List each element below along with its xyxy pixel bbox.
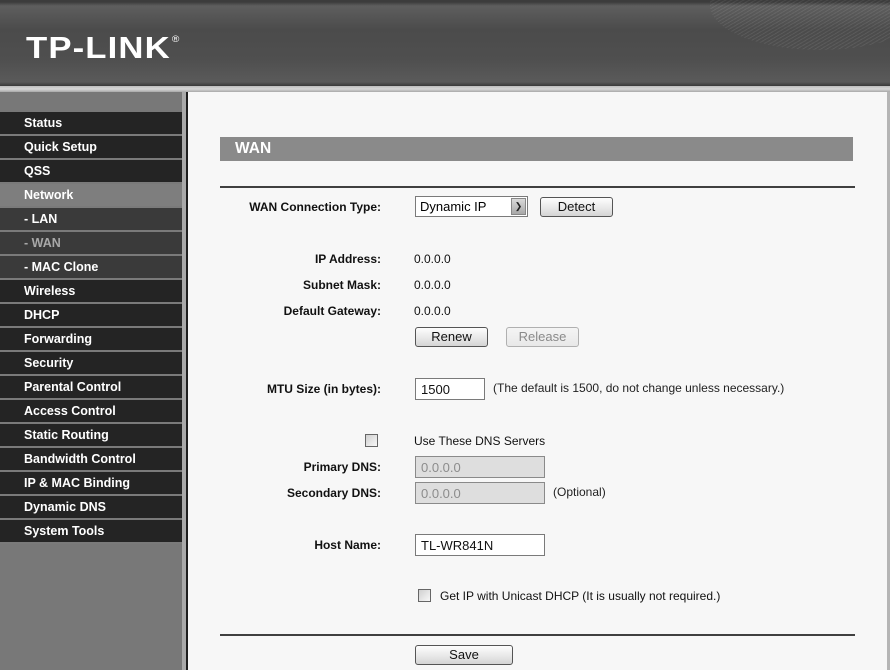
- primary-dns-label: Primary DNS:: [303, 460, 381, 474]
- unicast-dhcp-label: Get IP with Unicast DHCP (It is usually …: [440, 589, 721, 603]
- renew-button[interactable]: Renew: [415, 327, 488, 347]
- release-button[interactable]: Release: [506, 327, 579, 347]
- mtu-size-label: MTU Size (in bytes):: [266, 382, 381, 396]
- sidebar-item-security[interactable]: Security: [0, 352, 182, 376]
- chevron-down-icon[interactable]: ❯: [511, 198, 526, 215]
- default-gateway-label: Default Gateway:: [283, 304, 381, 318]
- wan-connection-type-select[interactable]: Dynamic IP ❯: [415, 196, 528, 217]
- mtu-size-input[interactable]: [415, 378, 485, 400]
- ip-address-value: 0.0.0.0: [414, 252, 451, 266]
- default-gateway-value: 0.0.0.0: [414, 304, 451, 318]
- divider-top: [220, 186, 855, 188]
- detect-button[interactable]: Detect: [540, 197, 613, 217]
- divider-bottom: [220, 634, 855, 636]
- subnet-mask-label: Subnet Mask:: [302, 278, 381, 292]
- page-title: WAN: [220, 137, 853, 161]
- save-button[interactable]: Save: [415, 645, 513, 665]
- use-dns-servers-label: Use These DNS Servers: [414, 434, 546, 448]
- registered-mark: ®: [171, 34, 181, 44]
- tp-link-logo: TP-LINK®: [26, 30, 180, 66]
- secondary-dns-input[interactable]: [415, 482, 545, 504]
- unicast-dhcp-checkbox[interactable]: [418, 589, 431, 602]
- sidebar-item-access-control[interactable]: Access Control: [0, 400, 182, 424]
- main-panel: WAN WAN Connection Type: Dynamic IP ❯ De…: [186, 92, 890, 670]
- use-dns-servers-checkbox[interactable]: [365, 434, 378, 447]
- secondary-dns-label: Secondary DNS:: [286, 486, 381, 500]
- secondary-dns-optional-hint: (Optional): [553, 485, 606, 499]
- sidebar-nav: Status Quick Setup QSS Network - LAN - WAN - M…: [0, 112, 182, 544]
- header-banner: TP-LINK®: [0, 0, 890, 88]
- host-name-input[interactable]: [415, 534, 545, 556]
- decorative-swoosh: [710, 0, 890, 50]
- wan-connection-type-value: Dynamic IP: [420, 199, 487, 214]
- wan-connection-type-label: WAN Connection Type:: [249, 200, 381, 214]
- host-name-label: Host Name:: [314, 538, 381, 552]
- subnet-mask-value: 0.0.0.0: [414, 278, 451, 292]
- sidebar-item-qss[interactable]: QSS: [0, 160, 182, 184]
- sidebar-item-forwarding[interactable]: Forwarding: [0, 328, 182, 352]
- ip-address-label: IP Address:: [314, 252, 381, 266]
- mtu-hint: (The default is 1500, do not change unle…: [493, 381, 785, 395]
- logo-text: TP-LINK: [26, 30, 171, 65]
- sidebar-item-status[interactable]: Status: [0, 112, 182, 136]
- sidebar-item-quick-setup[interactable]: Quick Setup: [0, 136, 182, 160]
- sidebar: Status Quick Setup QSS Network - LAN - WAN - M…: [0, 92, 182, 670]
- primary-dns-input[interactable]: [415, 456, 545, 478]
- sidebar-item-static-routing[interactable]: Static Routing: [0, 424, 182, 448]
